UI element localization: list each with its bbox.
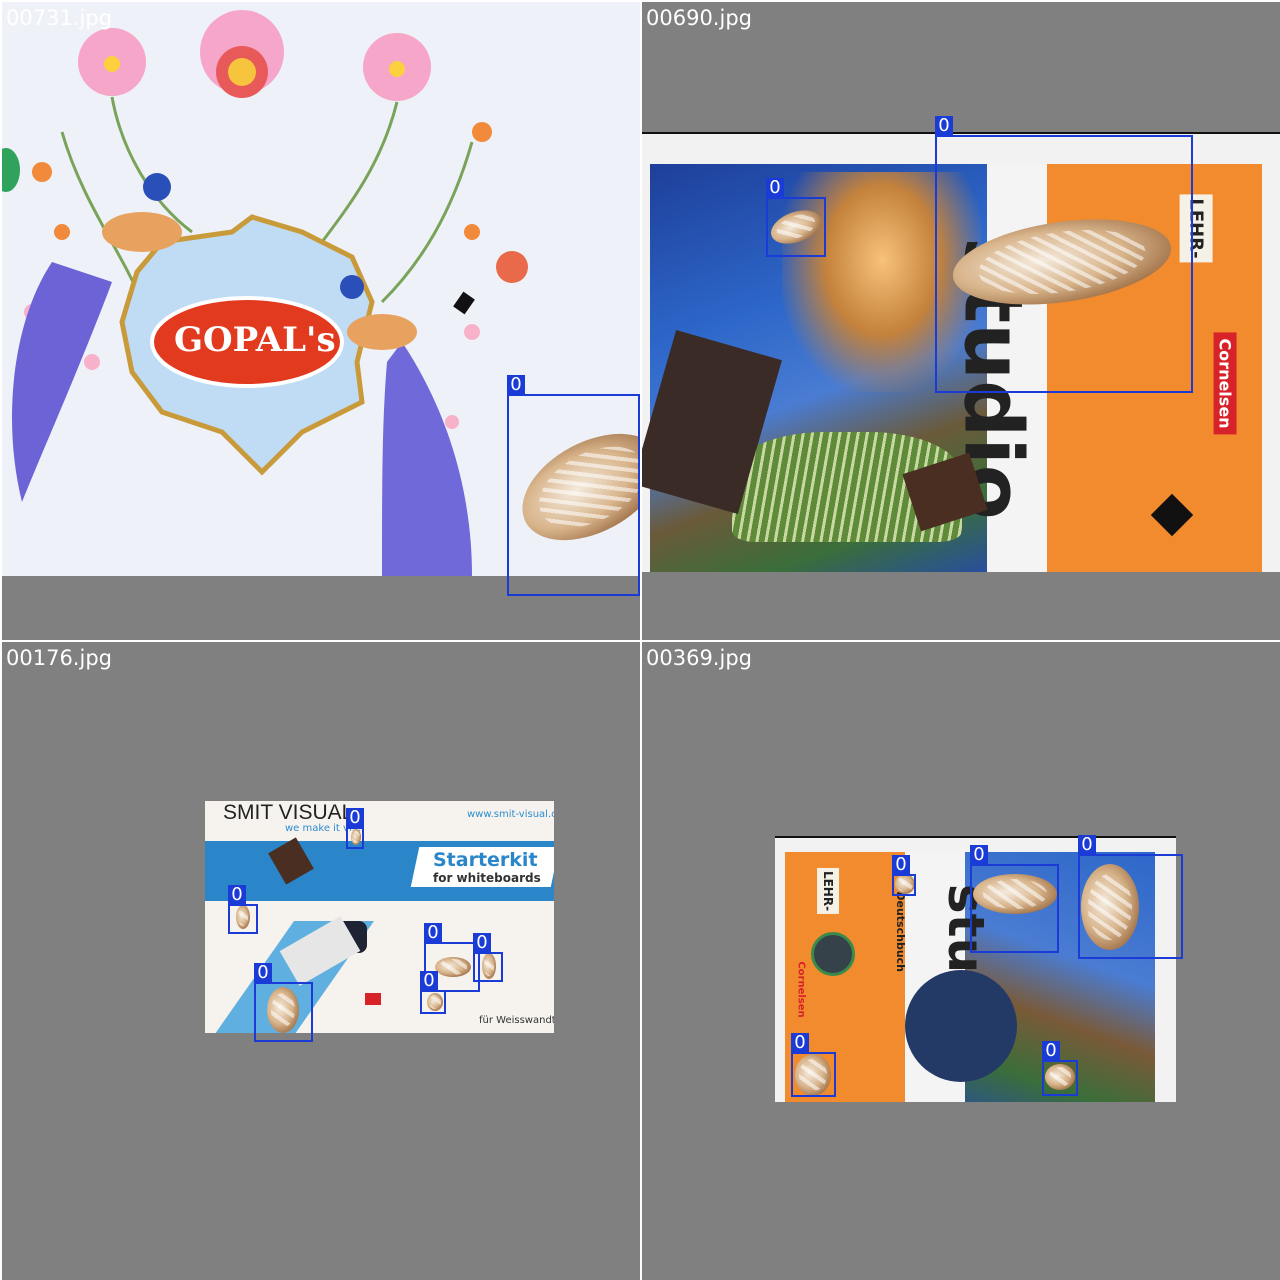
banner-title: Starterkit bbox=[433, 849, 538, 871]
tile-00369: studi s Deutschbuch LEHR- Cornelsen 0036… bbox=[642, 642, 1280, 1280]
class-label: 0 bbox=[935, 116, 953, 136]
bbox: 0 bbox=[420, 971, 446, 1014]
class-label: 0 bbox=[424, 923, 442, 943]
class-label: 0 bbox=[1078, 835, 1096, 855]
round-magnet-large bbox=[905, 970, 1017, 1082]
tile-00731: GOPAL's 00731.jpg 0 bbox=[2, 2, 640, 640]
bbox: 0 bbox=[791, 1033, 836, 1097]
round-magnet bbox=[811, 932, 855, 976]
class-label: 0 bbox=[228, 885, 246, 905]
class-label: 0 bbox=[791, 1033, 809, 1053]
class-label: 0 bbox=[892, 855, 910, 875]
class-label: 0 bbox=[420, 971, 438, 991]
footer-text: für Weisswandta bbox=[479, 1015, 554, 1026]
tile-00176: SMIT VISUAL we make it vi... www.smit-vi… bbox=[2, 642, 640, 1280]
bbox: 0 bbox=[970, 845, 1059, 953]
class-label: 0 bbox=[766, 178, 784, 198]
tile-00690: studio LEHR- Cornelsen 00690.jpg 0 0 bbox=[642, 2, 1280, 640]
bbox: 0 bbox=[254, 963, 313, 1042]
publisher: Cornelsen bbox=[1213, 332, 1237, 435]
class-label: 0 bbox=[473, 933, 491, 953]
brand: SMIT VISUAL bbox=[223, 801, 354, 824]
filename: 00176.jpg bbox=[6, 646, 112, 670]
filename: 00731.jpg bbox=[6, 6, 112, 30]
book-label: LEHR- bbox=[817, 867, 840, 915]
logo-text: GOPAL's bbox=[174, 320, 336, 360]
bbox: 0 bbox=[346, 808, 364, 849]
class-label: 0 bbox=[254, 963, 272, 983]
banner-subtitle: for whiteboards bbox=[433, 871, 541, 885]
class-label: 0 bbox=[1042, 1041, 1060, 1061]
class-label: 0 bbox=[507, 375, 525, 395]
class-label: 0 bbox=[346, 808, 364, 828]
filename: 00369.jpg bbox=[646, 646, 752, 670]
filename: 00690.jpg bbox=[646, 6, 752, 30]
url: www.smit-visual.c bbox=[467, 809, 554, 820]
bbox: 0 bbox=[473, 933, 503, 982]
bbox: 0 bbox=[507, 375, 640, 596]
bbox: 0 bbox=[766, 178, 826, 257]
bbox: 0 bbox=[892, 855, 916, 896]
publisher: Cornelsen bbox=[795, 961, 807, 1018]
bbox: 0 bbox=[935, 116, 1193, 393]
bbox: 0 bbox=[1042, 1041, 1078, 1096]
class-label: 0 bbox=[970, 845, 988, 865]
bbox: 0 bbox=[228, 885, 258, 934]
bbox: 0 bbox=[1078, 835, 1183, 959]
magnet-red bbox=[365, 993, 381, 1005]
